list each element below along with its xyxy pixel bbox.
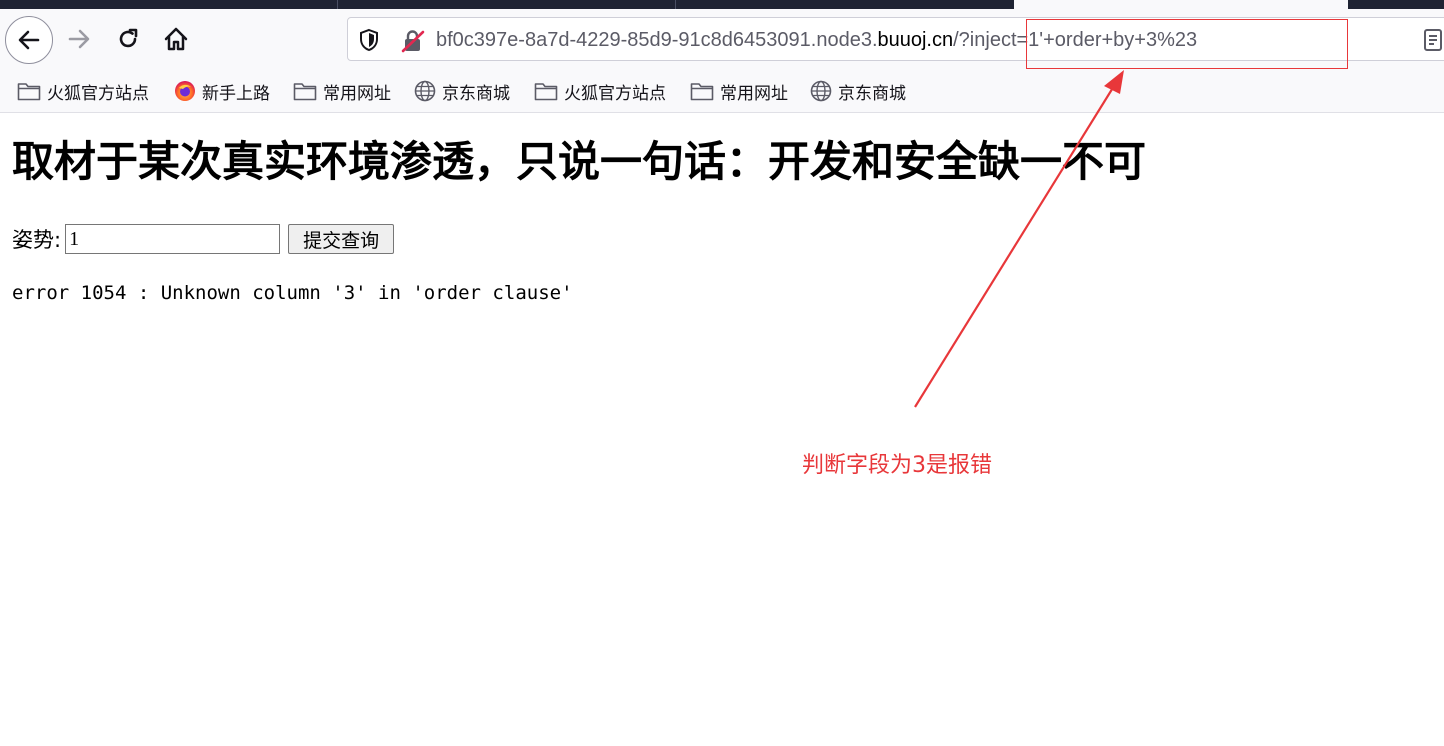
forward-button[interactable]: [60, 20, 98, 58]
error-message: error 1054 : Unknown column '3' in 'orde…: [12, 282, 573, 304]
back-button[interactable]: [5, 16, 53, 64]
bookmark-item[interactable]: 京东商城: [810, 79, 906, 104]
arrow-right-icon: [68, 29, 90, 49]
insecure-lock-icon[interactable]: [400, 28, 426, 58]
bookmark-label: 京东商城: [838, 83, 906, 104]
reload-icon: [119, 28, 138, 48]
folder-icon: [690, 83, 714, 101]
bookmark-item[interactable]: 火狐官方站点: [534, 79, 666, 104]
firefox-icon: [175, 81, 195, 101]
bookmark-label: 常用网址: [323, 83, 391, 104]
inject-input[interactable]: [65, 224, 281, 254]
tab-separator: [337, 0, 338, 9]
annotation-highlight-box: [1026, 19, 1348, 69]
tab-strip: [0, 0, 1444, 9]
inject-form: 姿势: 提交查询: [12, 223, 395, 255]
active-tab[interactable]: [1014, 0, 1348, 9]
globe-icon: [810, 80, 832, 102]
bookmark-item[interactable]: 京东商城: [414, 79, 510, 104]
bookmark-item[interactable]: 新手上路: [174, 79, 270, 104]
home-icon: [164, 27, 188, 51]
folder-icon: [17, 83, 41, 101]
submit-button[interactable]: 提交查询: [288, 224, 395, 254]
reload-button[interactable]: [109, 20, 147, 58]
bookmark-item[interactable]: 火狐官方站点: [17, 79, 149, 104]
globe-icon: [414, 80, 436, 102]
bookmark-item[interactable]: 常用网址: [293, 79, 391, 104]
url-prefix: bf0c397e-8a7d-4229-85d9-91c8d6453091.nod…: [436, 29, 878, 51]
bookmark-item[interactable]: 常用网址: [690, 79, 788, 104]
bookmark-label: 火狐官方站点: [47, 83, 149, 104]
tracking-protection-shield-icon[interactable]: [358, 28, 380, 56]
annotation-text: 判断字段为3是报错: [802, 453, 992, 478]
home-button[interactable]: [157, 20, 195, 58]
form-label: 姿势:: [12, 228, 62, 252]
arrow-left-icon: [18, 30, 40, 50]
bookmark-label: 火狐官方站点: [564, 83, 666, 104]
bookmarks-toolbar: 火狐官方站点 新手上路 常用网址 京东商城 火狐官方站点 常用网址 京东商城: [0, 69, 1444, 113]
url-host: buuoj.cn: [877, 29, 954, 51]
bookmark-label: 京东商城: [442, 83, 510, 104]
bookmark-label: 常用网址: [720, 83, 788, 104]
reader-view-icon[interactable]: [1424, 28, 1444, 56]
bookmark-label: 新手上路: [202, 83, 270, 104]
folder-icon: [534, 83, 558, 101]
folder-icon: [293, 83, 317, 101]
page-content: 取材于某次真实环境渗透，只说一句话：开发和安全缺一不可 姿势: 提交查询 err…: [0, 114, 1444, 746]
tab-separator: [675, 0, 676, 9]
page-title: 取材于某次真实环境渗透，只说一句话：开发和安全缺一不可: [12, 137, 1147, 186]
